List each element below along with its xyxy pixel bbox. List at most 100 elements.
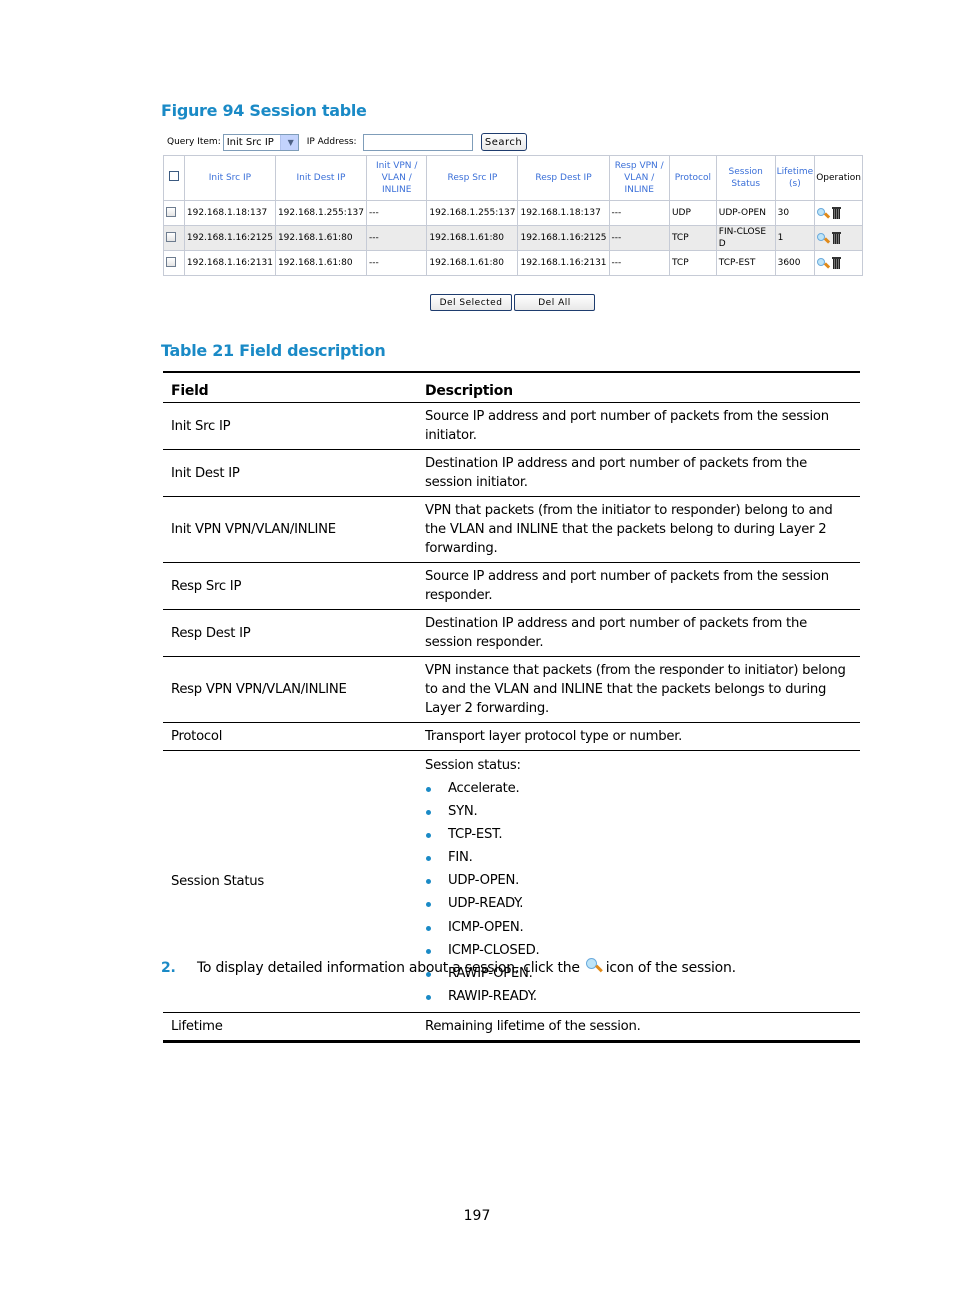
session-table-header: Init Src IP Init Dest IP Init VPN / VLAN… bbox=[163, 155, 863, 201]
field-name: Resp VPN VPN/VLAN/INLINE bbox=[163, 656, 417, 723]
table-row: 192.168.1.16:2131 192.168.1.61:80 --- 19… bbox=[163, 250, 863, 276]
zoom-detail-icon[interactable] bbox=[817, 233, 831, 244]
init-src-ip: 192.168.1.16:2125 bbox=[183, 225, 276, 251]
step-number: 2. bbox=[161, 960, 176, 976]
init-vpn: --- bbox=[365, 225, 428, 251]
resp-vpn: --- bbox=[608, 200, 670, 226]
col-init-src-ip[interactable]: Init Src IP bbox=[183, 155, 276, 201]
step-text-before: To display detailed information about a … bbox=[197, 960, 580, 976]
list-item: UDP-OPEN. bbox=[425, 869, 852, 892]
list-item: UDP-READY. bbox=[425, 892, 852, 915]
query-item-value: Init Src IP bbox=[226, 136, 274, 148]
ip-address-label: IP Address: bbox=[306, 137, 357, 147]
init-dest-ip: 192.168.1.255:137 bbox=[274, 200, 368, 226]
init-src-ip: 192.168.1.18:137 bbox=[183, 200, 276, 226]
col-init-vpn[interactable]: Init VPN / VLAN / INLINE bbox=[365, 155, 428, 201]
field-description-table: Field Description Init Src IP Source IP a… bbox=[163, 371, 860, 1043]
col-operation: Operation bbox=[814, 155, 863, 201]
list-item: Accelerate. bbox=[425, 777, 852, 800]
resp-dest-ip: 192.168.1.16:2125 bbox=[517, 225, 610, 251]
table-actions: Del Selected Del All bbox=[430, 294, 595, 311]
field-description: VPN instance that packets (from the resp… bbox=[417, 656, 860, 723]
protocol: UDP bbox=[668, 200, 717, 226]
table-row: Resp Dest IP Destination IP address and p… bbox=[163, 609, 860, 657]
select-all-checkbox[interactable] bbox=[168, 171, 179, 181]
trash-icon[interactable] bbox=[832, 232, 842, 244]
init-vpn: --- bbox=[365, 200, 428, 226]
init-src-ip: 192.168.1.16:2131 bbox=[183, 250, 276, 276]
page-number: 197 bbox=[463, 1208, 491, 1224]
operation-cell bbox=[814, 225, 863, 251]
init-vpn: --- bbox=[365, 250, 428, 276]
row-select-cell bbox=[163, 225, 185, 251]
field-header: Field bbox=[163, 372, 417, 403]
protocol: TCP bbox=[668, 250, 717, 276]
list-item: SYN. bbox=[425, 800, 852, 823]
lifetime: 1 bbox=[774, 225, 816, 251]
search-button[interactable]: Search bbox=[480, 133, 527, 151]
field-name: Init VPN VPN/VLAN/INLINE bbox=[163, 496, 417, 563]
step-text-after: icon of the session. bbox=[605, 960, 736, 976]
list-item: TCP-EST. bbox=[425, 823, 852, 846]
list-item: FIN. bbox=[425, 846, 852, 869]
col-session-status[interactable]: Session Status bbox=[715, 155, 776, 201]
resp-dest-ip: 192.168.1.16:2131 bbox=[517, 250, 610, 276]
del-all-button[interactable]: Del All bbox=[514, 294, 595, 311]
description-header: Description bbox=[417, 372, 860, 403]
trash-icon[interactable] bbox=[832, 207, 842, 219]
field-description: VPN that packets (from the initiator to … bbox=[417, 496, 860, 563]
field-table-header: Field Description bbox=[163, 372, 860, 403]
col-lifetime[interactable]: Lifetime (s) bbox=[774, 155, 816, 201]
del-selected-button[interactable]: Del Selected bbox=[430, 294, 512, 311]
table-row: Resp VPN VPN/VLAN/INLINE VPN instance tha… bbox=[163, 656, 860, 723]
resp-src-ip: 192.168.1.61:80 bbox=[426, 225, 519, 251]
col-resp-src-ip[interactable]: Resp Src IP bbox=[426, 155, 519, 201]
table-row: Init Src IP Source IP address and port nu… bbox=[163, 402, 860, 450]
col-resp-vpn[interactable]: Resp VPN / VLAN / INLINE bbox=[608, 155, 670, 201]
zoom-detail-icon[interactable] bbox=[817, 208, 831, 219]
table-row: Init VPN VPN/VLAN/INLINE VPN that packets… bbox=[163, 496, 860, 563]
step-instruction: 2. To display detailed information about… bbox=[161, 958, 736, 978]
session-table: Init Src IP Init Dest IP Init VPN / VLAN… bbox=[163, 155, 863, 276]
query-bar: Query Item: Init Src IP ▼ IP Address: Se… bbox=[167, 132, 527, 152]
list-item: RAWIP-READY. bbox=[425, 985, 852, 1008]
resp-dest-ip: 192.168.1.18:137 bbox=[517, 200, 610, 226]
table-row: 192.168.1.18:137 192.168.1.255:137 --- 1… bbox=[163, 200, 863, 226]
resp-vpn: --- bbox=[608, 250, 670, 276]
chevron-down-icon[interactable]: ▼ bbox=[279, 134, 298, 150]
col-protocol[interactable]: Protocol bbox=[668, 155, 717, 201]
field-description: Source IP address and port number of pac… bbox=[417, 562, 860, 610]
field-name: Init Dest IP bbox=[163, 449, 417, 497]
field-name: Resp Dest IP bbox=[163, 609, 417, 657]
col-resp-dest-ip[interactable]: Resp Dest IP bbox=[517, 155, 610, 201]
select-all-cell bbox=[163, 155, 185, 201]
session-status-intro: Session status: bbox=[425, 758, 521, 773]
table-row: Protocol Transport layer protocol type or… bbox=[163, 722, 860, 751]
session-status: FIN-CLOSED bbox=[715, 225, 776, 251]
row-checkbox[interactable] bbox=[166, 231, 176, 242]
row-checkbox[interactable] bbox=[166, 256, 176, 267]
ip-address-input[interactable] bbox=[362, 133, 473, 151]
session-status: UDP-OPEN bbox=[715, 200, 776, 226]
field-name: Resp Src IP bbox=[163, 562, 417, 610]
field-description: Destination IP address and port number o… bbox=[417, 449, 860, 497]
field-description: Source IP address and port number of pac… bbox=[417, 402, 860, 450]
row-select-cell bbox=[163, 250, 185, 276]
resp-src-ip: 192.168.1.255:137 bbox=[426, 200, 519, 226]
init-dest-ip: 192.168.1.61:80 bbox=[274, 250, 368, 276]
table-row: Resp Src IP Source IP address and port nu… bbox=[163, 562, 860, 610]
lifetime: 30 bbox=[774, 200, 816, 226]
table-row: Init Dest IP Destination IP address and p… bbox=[163, 449, 860, 497]
trash-icon[interactable] bbox=[832, 257, 842, 269]
resp-vpn: --- bbox=[608, 225, 670, 251]
field-name: Lifetime bbox=[163, 1012, 417, 1042]
zoom-detail-icon[interactable] bbox=[817, 258, 831, 269]
table-row: 192.168.1.16:2125 192.168.1.61:80 --- 19… bbox=[163, 225, 863, 251]
operation-cell bbox=[814, 250, 863, 276]
table-row: Lifetime Remaining lifetime of the sessio… bbox=[163, 1012, 860, 1042]
col-init-dest-ip[interactable]: Init Dest IP bbox=[274, 155, 368, 201]
field-name: Protocol bbox=[163, 722, 417, 751]
row-checkbox[interactable] bbox=[166, 206, 176, 217]
field-description: Transport layer protocol type or number. bbox=[417, 722, 860, 751]
query-item-select[interactable]: Init Src IP ▼ bbox=[222, 133, 299, 151]
